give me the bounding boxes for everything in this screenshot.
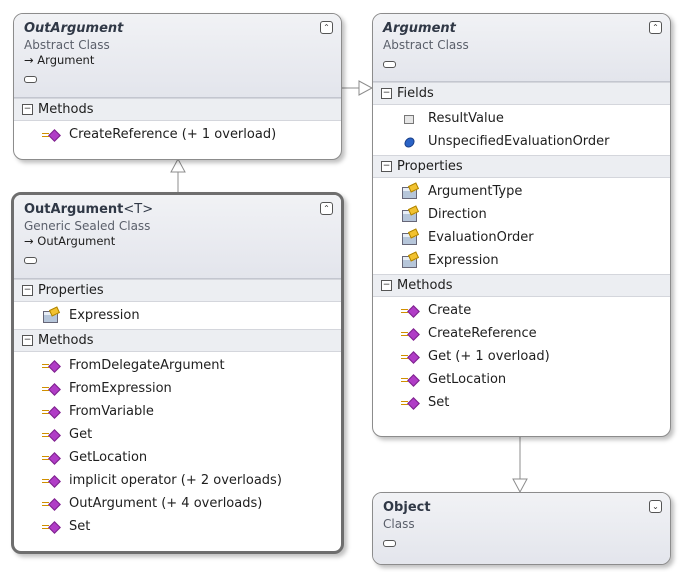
method-icon bbox=[42, 451, 60, 465]
member-list: CreateReference (+ 1 overload) bbox=[14, 121, 341, 148]
method-icon bbox=[42, 405, 60, 419]
class-box-argument[interactable]: Argument Abstract Class ⌃ − Fields Resul… bbox=[372, 13, 671, 437]
member-list: ResultValue UnspecifiedEvaluationOrder bbox=[373, 105, 670, 155]
property-icon bbox=[401, 254, 419, 268]
class-kind: Class bbox=[383, 517, 415, 531]
section-fields[interactable]: − Fields bbox=[373, 82, 670, 105]
section-methods[interactable]: − Methods bbox=[373, 274, 670, 297]
class-header: Object Class ⌄ bbox=[373, 493, 670, 564]
member-item[interactable]: FromDelegateArgument bbox=[14, 354, 341, 377]
section-label: Methods bbox=[38, 102, 94, 117]
section-methods[interactable]: − Methods bbox=[14, 329, 341, 352]
class-box-object[interactable]: Object Class ⌄ bbox=[372, 492, 671, 565]
member-item[interactable]: UnspecifiedEvaluationOrder bbox=[373, 130, 670, 153]
expand-button[interactable]: ⌄ bbox=[649, 500, 662, 513]
member-item[interactable]: ResultValue bbox=[373, 107, 670, 130]
property-icon bbox=[401, 231, 419, 245]
section-toggle-icon[interactable]: − bbox=[381, 161, 392, 172]
collapse-button[interactable]: ⌃ bbox=[320, 21, 333, 34]
class-kind: Abstract Class bbox=[383, 38, 469, 52]
section-toggle-icon[interactable]: − bbox=[22, 285, 33, 296]
member-item[interactable]: GetLocation bbox=[14, 446, 341, 469]
member-item[interactable]: Expression bbox=[373, 249, 670, 272]
member-item[interactable]: Get (+ 1 overload) bbox=[373, 345, 670, 368]
method-icon bbox=[42, 520, 60, 534]
class-shape-icon bbox=[383, 61, 396, 68]
collapse-button[interactable]: ⌃ bbox=[649, 21, 662, 34]
member-item[interactable]: Set bbox=[373, 391, 670, 414]
section-label: Fields bbox=[397, 86, 434, 101]
class-title: Argument bbox=[383, 21, 456, 36]
base-class: → Argument bbox=[24, 53, 95, 67]
inherit-arrow-icon: → bbox=[24, 234, 34, 248]
method-icon bbox=[42, 474, 60, 488]
method-icon bbox=[401, 327, 419, 341]
field-icon bbox=[401, 112, 419, 126]
method-icon bbox=[401, 396, 419, 410]
property-icon bbox=[401, 208, 419, 222]
class-title: OutArgument bbox=[24, 21, 124, 36]
member-item[interactable]: FromVariable bbox=[14, 400, 341, 423]
method-icon bbox=[42, 497, 60, 511]
member-item[interactable]: Expression bbox=[14, 304, 341, 327]
member-item[interactable]: Get bbox=[14, 423, 341, 446]
member-item[interactable]: Direction bbox=[373, 203, 670, 226]
class-header: OutArgument Abstract Class → Argument ⌃ bbox=[14, 14, 341, 98]
class-shape-icon bbox=[383, 540, 396, 547]
section-properties[interactable]: − Properties bbox=[14, 279, 341, 302]
property-icon bbox=[401, 185, 419, 199]
class-shape-icon bbox=[24, 76, 37, 83]
class-kind: Abstract Class bbox=[24, 38, 110, 52]
class-kind: Generic Sealed Class bbox=[24, 219, 151, 233]
section-label: Methods bbox=[397, 278, 453, 293]
member-item[interactable]: OutArgument (+ 4 overloads) bbox=[14, 492, 341, 515]
property-icon bbox=[42, 309, 60, 323]
section-toggle-icon[interactable]: − bbox=[22, 335, 33, 346]
member-item[interactable]: Set bbox=[14, 515, 341, 538]
member-item[interactable]: FromExpression bbox=[14, 377, 341, 400]
member-list: Expression bbox=[14, 302, 341, 329]
class-box-outargument-t[interactable]: OutArgument<T> Generic Sealed Class → Ou… bbox=[11, 192, 344, 554]
member-list: Create CreateReference Get (+ 1 overload… bbox=[373, 297, 670, 416]
class-header: OutArgument<T> Generic Sealed Class → Ou… bbox=[14, 195, 341, 279]
class-box-outargument[interactable]: OutArgument Abstract Class → Argument ⌃ … bbox=[13, 13, 342, 160]
member-item[interactable]: EvaluationOrder bbox=[373, 226, 670, 249]
base-class: → OutArgument bbox=[24, 234, 116, 248]
method-icon bbox=[42, 428, 60, 442]
inherit-arrow-icon: → bbox=[24, 53, 34, 67]
method-icon bbox=[401, 304, 419, 318]
member-item[interactable]: ArgumentType bbox=[373, 180, 670, 203]
section-properties[interactable]: − Properties bbox=[373, 155, 670, 178]
method-icon bbox=[42, 359, 60, 373]
section-methods[interactable]: − Methods bbox=[14, 98, 341, 121]
member-item[interactable]: Create bbox=[373, 299, 670, 322]
member-item[interactable]: implicit operator (+ 2 overloads) bbox=[14, 469, 341, 492]
method-icon bbox=[42, 382, 60, 396]
constant-icon bbox=[401, 135, 419, 149]
member-list: ArgumentType Direction EvaluationOrder E… bbox=[373, 178, 670, 274]
member-list: FromDelegateArgument FromExpression From… bbox=[14, 352, 341, 540]
section-label: Properties bbox=[38, 283, 104, 298]
class-title: OutArgument<T> bbox=[24, 202, 154, 217]
section-label: Methods bbox=[38, 333, 94, 348]
section-toggle-icon[interactable]: − bbox=[381, 88, 392, 99]
member-item[interactable]: CreateReference (+ 1 overload) bbox=[14, 123, 341, 146]
class-shape-icon bbox=[24, 257, 37, 264]
member-item[interactable]: CreateReference bbox=[373, 322, 670, 345]
collapse-button[interactable]: ⌃ bbox=[320, 202, 333, 215]
method-icon bbox=[401, 350, 419, 364]
section-label: Properties bbox=[397, 159, 463, 174]
section-toggle-icon[interactable]: − bbox=[381, 280, 392, 291]
member-item[interactable]: GetLocation bbox=[373, 368, 670, 391]
method-icon bbox=[42, 128, 60, 142]
class-title: Object bbox=[383, 500, 431, 515]
class-header: Argument Abstract Class ⌃ bbox=[373, 14, 670, 82]
method-icon bbox=[401, 373, 419, 387]
section-toggle-icon[interactable]: − bbox=[22, 104, 33, 115]
